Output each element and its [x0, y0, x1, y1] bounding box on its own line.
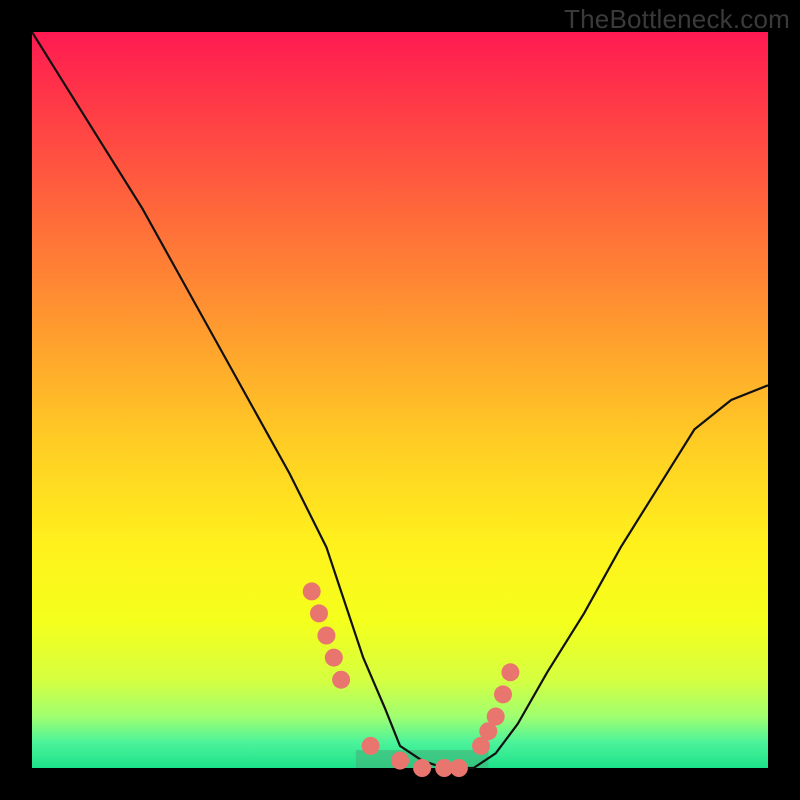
benchmark-marker [501, 663, 519, 681]
benchmark-marker [391, 752, 409, 770]
benchmark-marker [325, 649, 343, 667]
chart-svg [32, 32, 768, 768]
benchmark-marker [332, 671, 350, 689]
benchmark-marker [487, 708, 505, 726]
benchmark-marker [494, 685, 512, 703]
bottleneck-curve [32, 32, 768, 768]
watermark-text: TheBottleneck.com [564, 4, 790, 35]
benchmark-marker [362, 737, 380, 755]
gradient-plot-area [32, 32, 768, 768]
benchmark-marker [450, 759, 468, 777]
chart-frame: TheBottleneck.com [0, 0, 800, 800]
marker-group [303, 582, 520, 777]
benchmark-marker [413, 759, 431, 777]
benchmark-marker [303, 582, 321, 600]
benchmark-marker [317, 627, 335, 645]
benchmark-marker [310, 604, 328, 622]
